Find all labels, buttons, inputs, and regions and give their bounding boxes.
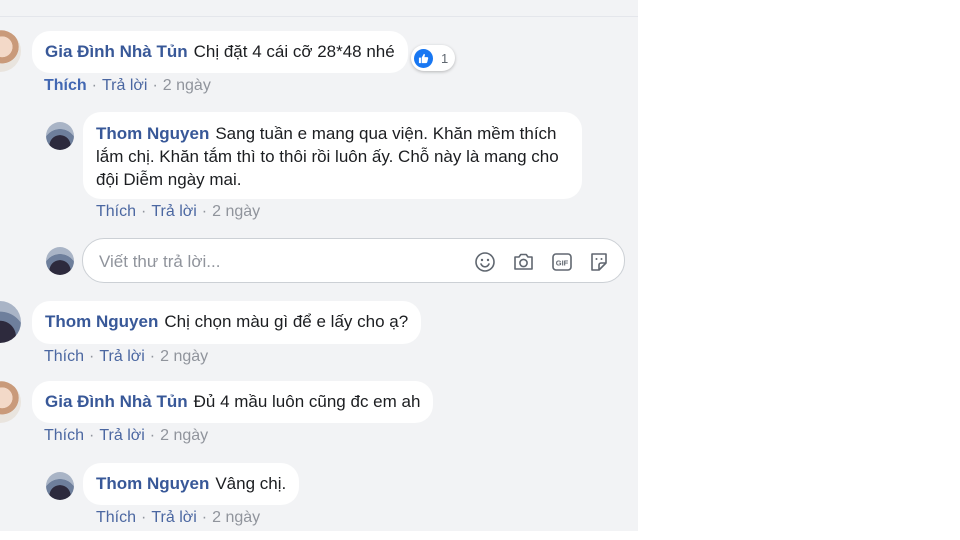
like-link[interactable]: Thích — [44, 348, 84, 365]
comment-bubble: Thom Nguyen Vâng chị. — [83, 463, 300, 505]
separator: · — [149, 427, 156, 444]
comment-author[interactable]: Thom Nguyen — [96, 474, 209, 493]
avatar[interactable] — [0, 301, 21, 343]
like-reaction-icon — [414, 48, 433, 68]
like-link[interactable]: Thích — [44, 77, 87, 94]
comment-bubble: Thom Nguyen Sang tuần e mang qua viện. Kh… — [83, 112, 582, 199]
timestamp[interactable]: 2 ngày — [160, 348, 208, 365]
smiley-icon[interactable] — [473, 250, 497, 274]
separator: · — [201, 509, 208, 526]
reply-link[interactable]: Trả lời — [99, 348, 144, 365]
comment-text: Chị chọn màu gì để e lấy cho ạ? — [164, 312, 409, 331]
timestamp[interactable]: 2 ngày — [212, 203, 260, 220]
avatar[interactable] — [0, 381, 21, 423]
comment-actions: Thích · Trả lời · 2 ngày — [44, 348, 208, 366]
sticker-icon[interactable] — [587, 250, 611, 274]
separator: · — [141, 203, 147, 220]
comment-text: Vâng chị. — [215, 474, 287, 493]
comment-actions: Thích · Trả lời · 2 ngày — [96, 509, 260, 527]
camera-icon[interactable] — [511, 250, 535, 274]
separator: · — [91, 77, 97, 94]
reply-composer[interactable]: GIF — [82, 238, 625, 283]
current-user-avatar — [46, 247, 74, 275]
reply-link[interactable]: Trả lời — [102, 77, 147, 94]
comment-actions: Thích · Trả lời · 2 ngày — [44, 427, 208, 445]
like-link[interactable]: Thích — [44, 427, 84, 444]
gif-icon[interactable]: GIF — [550, 250, 574, 274]
comment-author[interactable]: Thom Nguyen — [96, 124, 209, 143]
separator: · — [89, 348, 95, 365]
comment-text: Chị đặt 4 cái cỡ 28*48 nhé — [193, 42, 395, 61]
separator: · — [141, 509, 147, 526]
reply-link[interactable]: Trả lời — [151, 203, 196, 220]
timestamp[interactable]: 2 ngày — [212, 509, 260, 526]
comment-bubble: Gia Đình Nhà Tủn Đủ 4 mầu luôn cũng đc em… — [32, 381, 434, 423]
separator: · — [201, 203, 208, 220]
comment-actions: Thích · Trả lời · 2 ngày — [96, 203, 260, 221]
comment-actions: Thích · Trả lời · 2 ngày — [44, 77, 211, 95]
timestamp[interactable]: 2 ngày — [160, 427, 208, 444]
like-link[interactable]: Thích — [96, 203, 136, 220]
separator: · — [149, 348, 156, 365]
reaction-summary[interactable]: 1 — [411, 45, 455, 71]
reply-link[interactable]: Trả lời — [151, 509, 196, 526]
reply-link[interactable]: Trả lời — [99, 427, 144, 444]
separator: · — [152, 77, 158, 94]
svg-text:GIF: GIF — [556, 259, 569, 268]
comment-author[interactable]: Gia Đình Nhà Tủn — [45, 392, 188, 411]
comment-bubble: Thom Nguyen Chị chọn màu gì để e lấy cho … — [32, 301, 422, 344]
reaction-count: 1 — [441, 50, 449, 66]
comment-thread: Gia Đình Nhà Tủn Chị đặt 4 cái cỡ 28*48 n… — [0, 0, 638, 531]
reply-input[interactable] — [97, 249, 451, 275]
comment-bubble: Gia Đình Nhà Tủn Chị đặt 4 cái cỡ 28*48 n… — [32, 31, 408, 73]
comment-text: Đủ 4 mầu luôn cũng đc em ah — [193, 392, 421, 411]
avatar[interactable] — [46, 472, 74, 500]
avatar[interactable] — [0, 30, 21, 72]
avatar[interactable] — [46, 122, 74, 150]
like-link[interactable]: Thích — [96, 509, 136, 526]
separator: · — [89, 427, 95, 444]
comment-author[interactable]: Gia Đình Nhà Tủn — [45, 42, 188, 61]
comment-author[interactable]: Thom Nguyen — [45, 312, 158, 331]
timestamp[interactable]: 2 ngày — [163, 77, 211, 94]
divider — [0, 16, 638, 17]
